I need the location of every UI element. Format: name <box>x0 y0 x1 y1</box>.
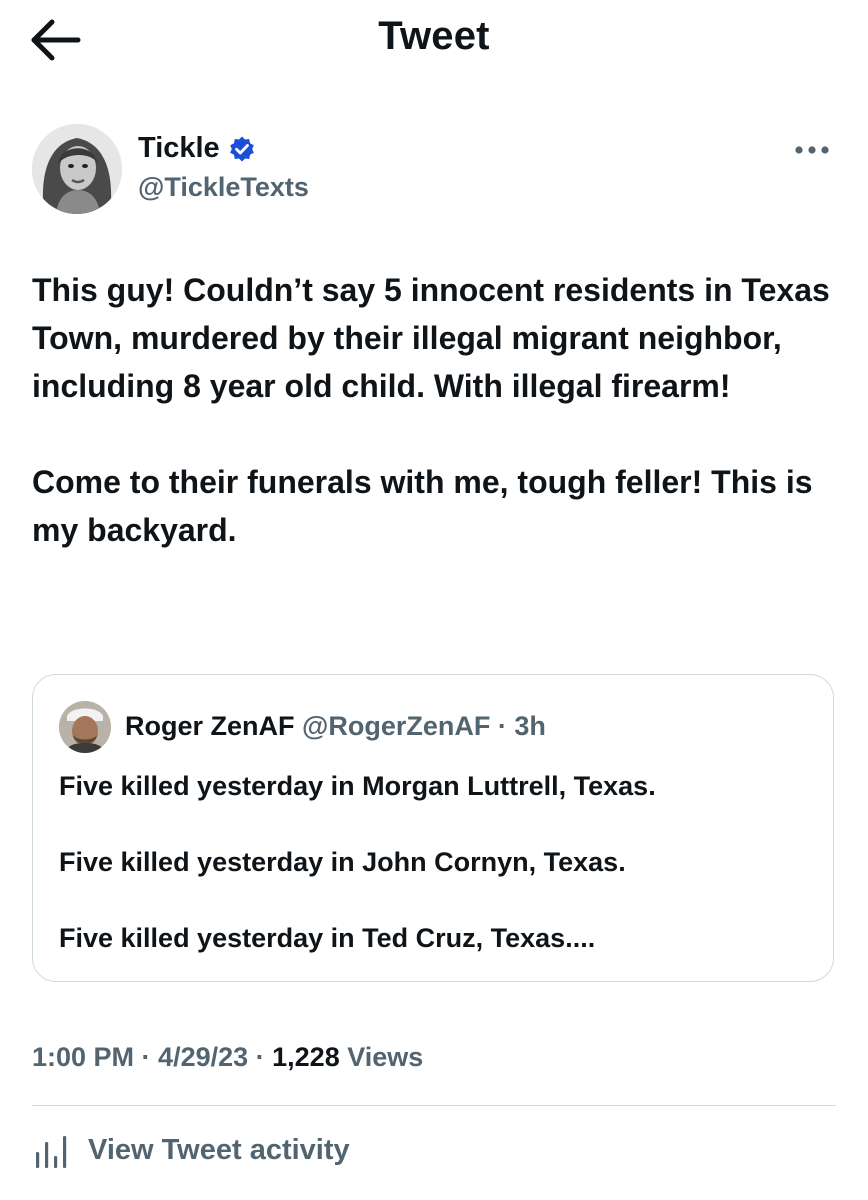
separator-dot: · <box>134 1042 159 1072</box>
divider <box>32 1105 836 1106</box>
tweet-time: 1:00 PM <box>32 1042 135 1072</box>
more-horizontal-icon <box>795 146 829 154</box>
verified-badge-icon <box>229 136 254 161</box>
author-name-row: Tickle <box>138 132 256 165</box>
avatar-image <box>59 701 111 753</box>
tweet-author: Tickle @TickleTexts <box>32 124 836 220</box>
quoted-tweet-card[interactable]: Roger ZenAF @RogerZenAF · 3h Five killed… <box>32 674 834 982</box>
author-handle[interactable]: @TickleTexts <box>138 172 309 203</box>
tweet-text: This guy! Couldn’t say 5 innocent reside… <box>32 266 838 602</box>
quoted-author-avatar <box>59 701 111 753</box>
avatar-image <box>32 124 122 214</box>
quoted-tweet-time: 3h <box>514 711 546 741</box>
page-title: Tweet <box>378 14 490 58</box>
quoted-tweet-line: Five killed yesterday in Morgan Luttrell… <box>59 771 656 801</box>
separator-dot: · <box>248 1042 273 1072</box>
more-options-button[interactable] <box>792 136 832 164</box>
view-tweet-activity-button[interactable]: View Tweet activity <box>32 1128 350 1172</box>
quoted-tweet-line: Five killed yesterday in John Cornyn, Te… <box>59 847 626 877</box>
tweet-date[interactable]: 4/29/23 <box>158 1042 248 1072</box>
view-tweet-activity-label: View Tweet activity <box>88 1133 350 1166</box>
quoted-author-name: Roger ZenAF <box>125 711 295 741</box>
views-count: 1,228 <box>272 1042 340 1072</box>
quoted-tweet-line: Five killed yesterday in Ted Cruz, Texas… <box>59 923 596 953</box>
separator-dot: · <box>497 711 507 741</box>
author-name[interactable]: Tickle <box>138 132 220 165</box>
tweet-meta: 1:00 PM · 4/29/23 · 1,228 Views <box>32 1042 423 1073</box>
views-label: Views <box>339 1042 424 1072</box>
bar-chart-icon <box>36 1136 67 1168</box>
top-bar: Tweet <box>0 0 868 80</box>
author-avatar[interactable] <box>32 124 122 214</box>
tweet-paragraph: Come to their funerals with me, tough fe… <box>32 464 813 548</box>
quoted-author-handle: @RogerZenAF <box>302 711 491 741</box>
quoted-tweet-header: Roger ZenAF @RogerZenAF · 3h <box>125 711 546 742</box>
tweet-paragraph: This guy! Couldn’t say 5 innocent reside… <box>32 272 830 404</box>
